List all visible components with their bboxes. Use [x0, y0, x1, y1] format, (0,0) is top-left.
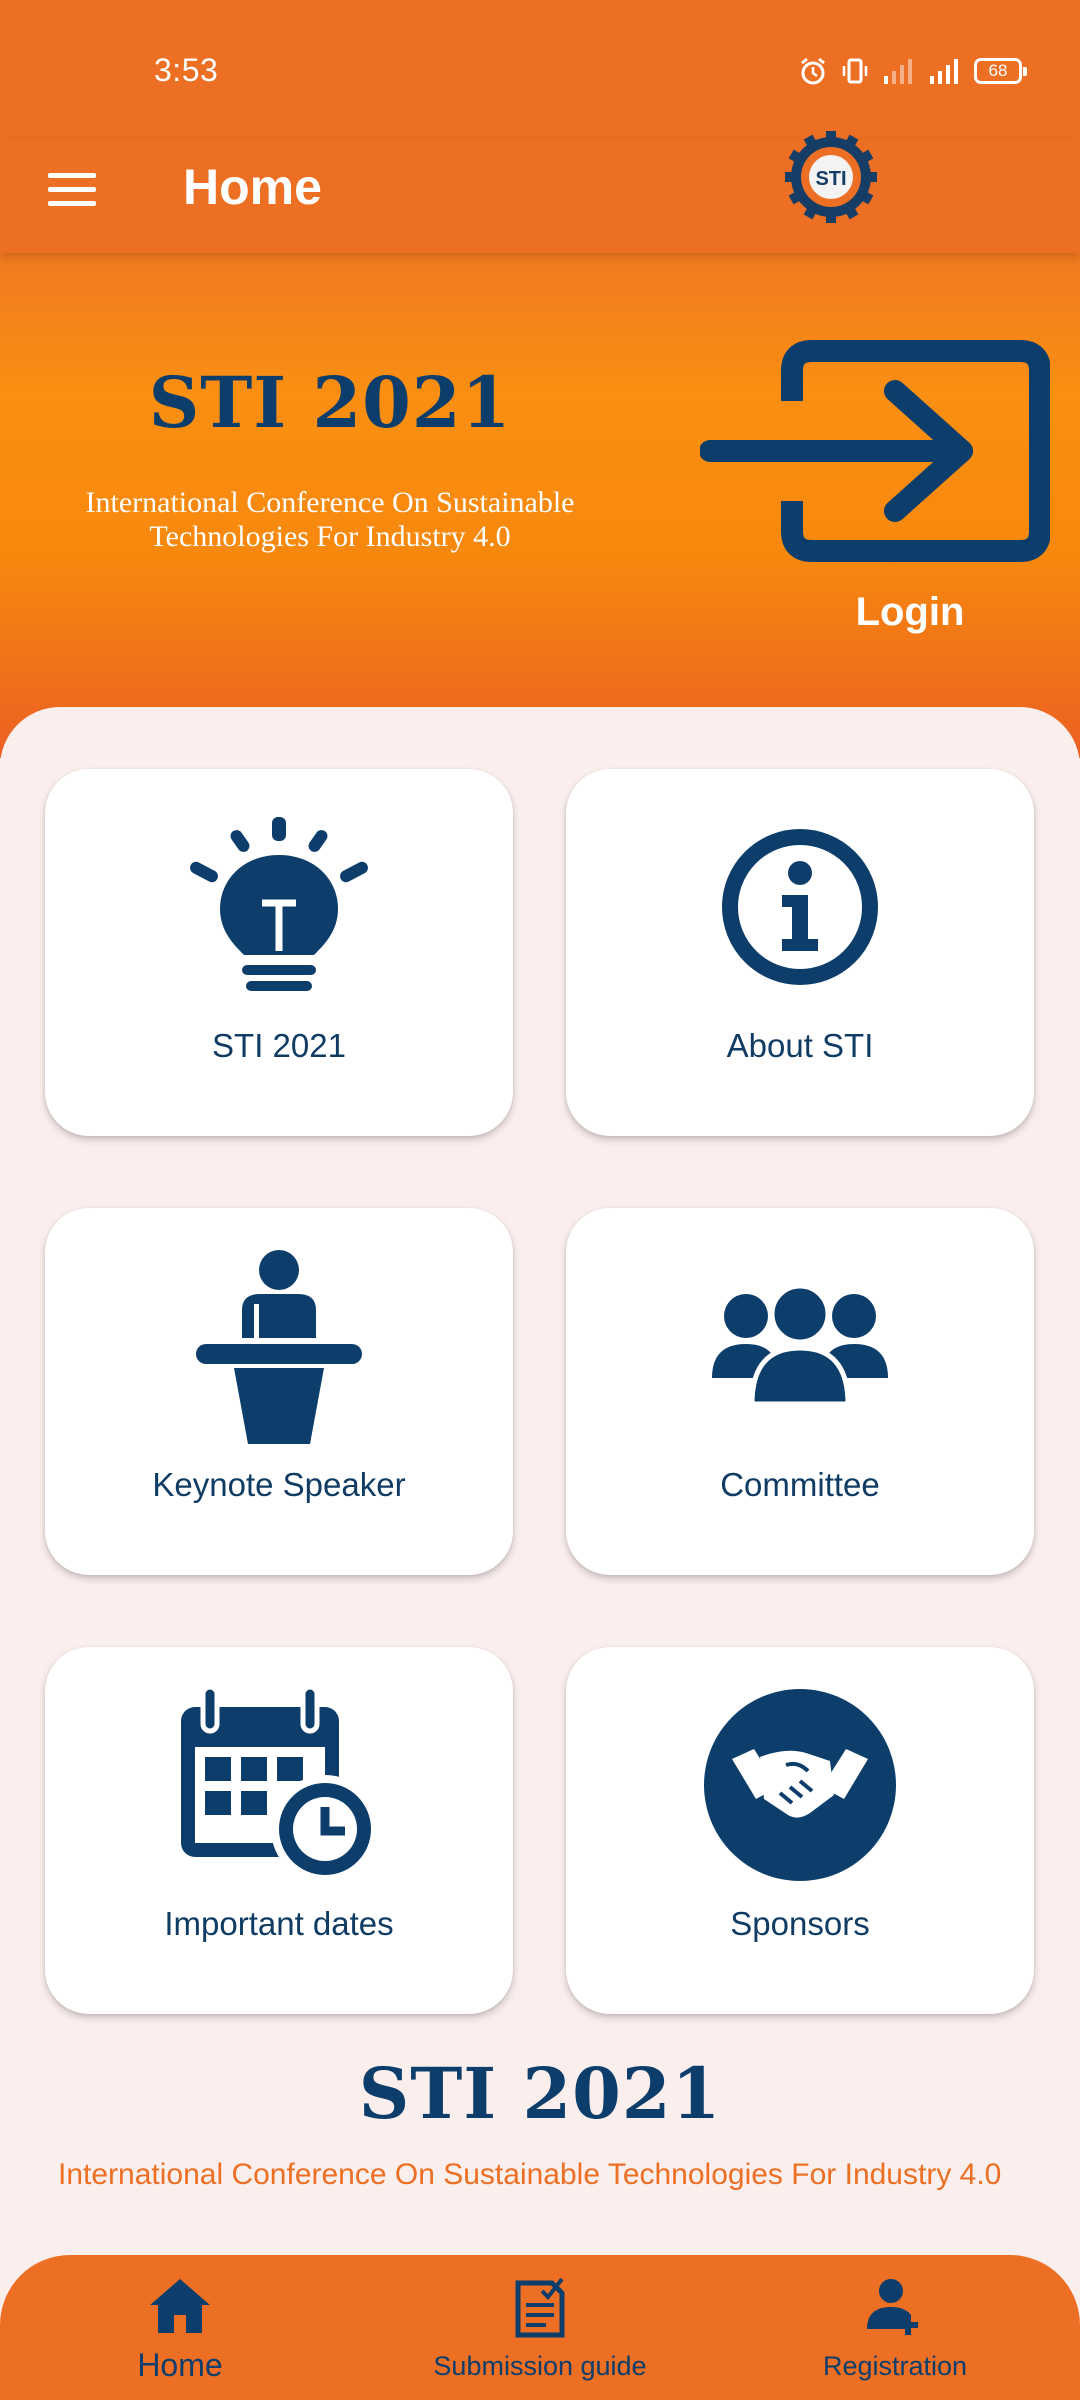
login-arrow-icon[interactable] — [700, 331, 1050, 571]
info-icon — [722, 829, 878, 985]
card-label: Keynote Speaker — [152, 1466, 406, 1503]
hero-banner: STI 2021 International Conference On Sus… — [0, 253, 1080, 758]
speaker-podium-icon — [196, 1250, 362, 1444]
status-icons: 68 — [798, 52, 1027, 90]
vibrate-icon — [842, 58, 868, 84]
bottom-navigation: Home Submission guide Registration — [0, 2255, 1080, 2400]
lightbulb-icon — [190, 817, 368, 991]
hero-title: STI 2021 — [148, 361, 512, 444]
nav-label: Submission guide — [433, 2351, 647, 2381]
nav-home[interactable]: Home — [80, 2255, 280, 2400]
footer-title: STI 2021 — [358, 2052, 722, 2135]
home-icon — [150, 2279, 210, 2333]
battery-icon: 68 — [974, 58, 1027, 84]
card-sponsors[interactable]: Sponsors — [566, 1647, 1034, 2014]
hero-subtitle: International Conference On Sustainable … — [30, 486, 630, 554]
card-label: Important dates — [164, 1905, 394, 1942]
nav-label: Registration — [822, 2351, 968, 2381]
card-important-dates[interactable]: Important dates — [45, 1647, 513, 2014]
hero-subtitle-line1: International Conference On Sustainable — [85, 486, 575, 519]
card-keynote-speaker[interactable]: Keynote Speaker — [45, 1208, 513, 1575]
status-time: 3:53 — [154, 52, 219, 88]
card-label: STI 2021 — [212, 1027, 346, 1064]
add-user-icon — [867, 2279, 918, 2335]
card-about-sti[interactable]: About STI — [566, 769, 1034, 1136]
card-label: Sponsors — [730, 1905, 870, 1942]
card-committee[interactable]: Committee — [566, 1208, 1034, 1575]
document-check-icon — [515, 2277, 565, 2338]
footer-subtitle: International Conference On Sustainable … — [58, 2158, 1002, 2191]
app-bar: Home STI — [0, 131, 1080, 253]
signal-full-icon — [930, 59, 958, 84]
group-icon — [712, 1286, 888, 1406]
alarm-icon — [801, 57, 825, 85]
svg-text:STI: STI — [815, 168, 846, 190]
content-sheet: STI 2021 About STI Keynote Speaker Commi… — [0, 707, 1080, 2400]
status-bar: 3:53 68 — [0, 0, 1080, 140]
card-label: About STI — [726, 1027, 874, 1064]
sti-logo: STI — [785, 131, 877, 223]
hamburger-menu-icon[interactable] — [44, 162, 100, 218]
nav-submission-guide[interactable]: Submission guide — [400, 2255, 680, 2400]
signal-weak-icon — [884, 59, 912, 84]
hero-subtitle-line2: Technologies For Industry 4.0 — [149, 520, 511, 553]
login-button[interactable]: Login — [810, 590, 1010, 635]
nav-label: Home — [137, 2347, 223, 2383]
card-sti-2021[interactable]: STI 2021 — [45, 769, 513, 1136]
handshake-icon — [704, 1689, 896, 1881]
card-label: Committee — [720, 1466, 880, 1503]
page-title: Home — [183, 159, 322, 215]
nav-registration[interactable]: Registration — [780, 2255, 1010, 2400]
calendar-clock-icon — [181, 1687, 379, 1883]
